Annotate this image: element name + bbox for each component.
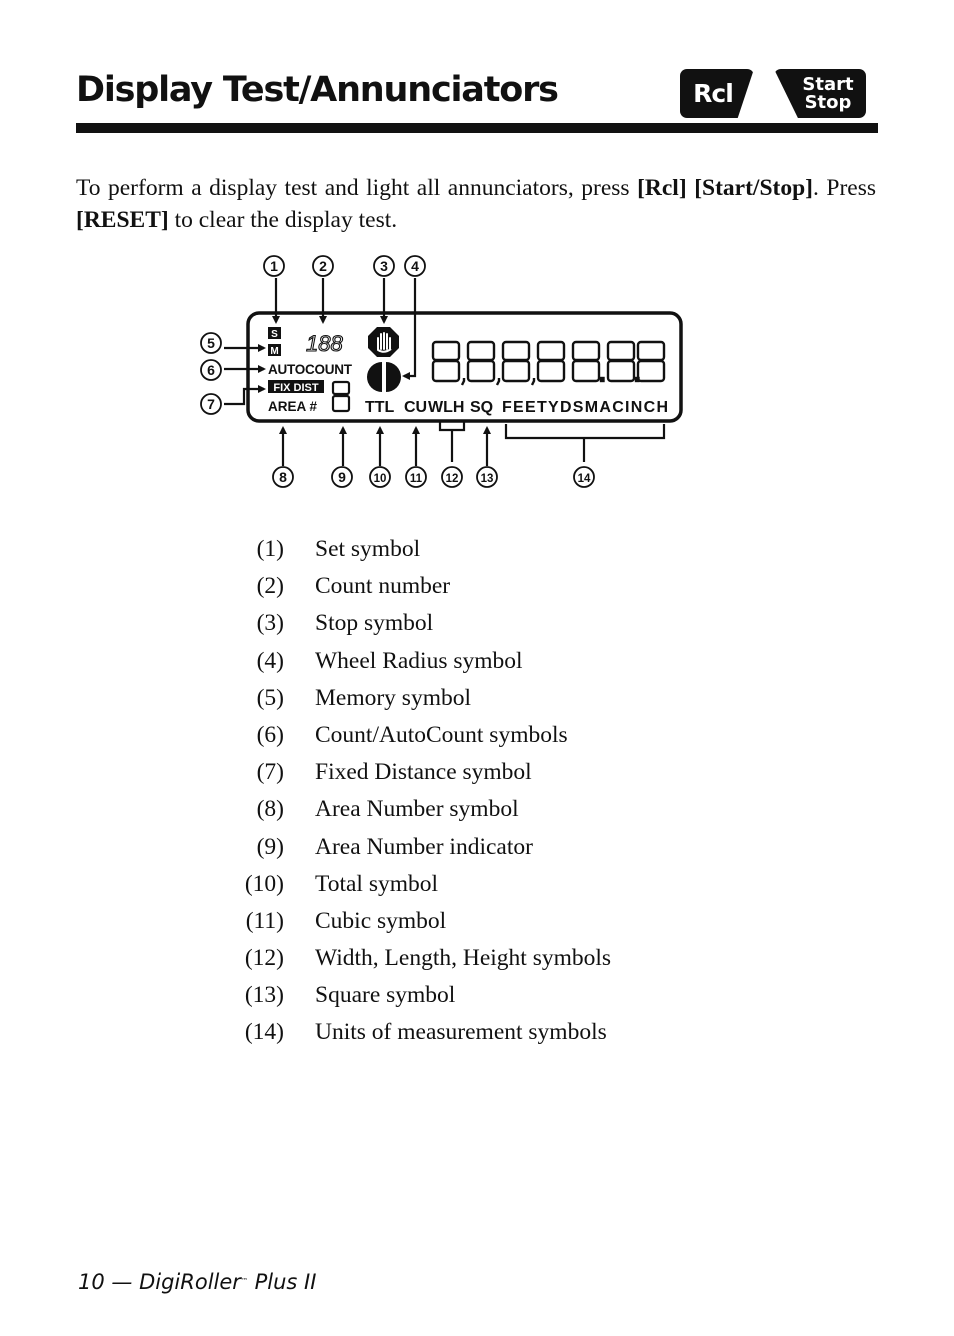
callout-number: 11 bbox=[410, 473, 423, 485]
footer-dash: — bbox=[104, 1270, 140, 1294]
callout-8: 8 bbox=[272, 466, 294, 488]
legend-text: Units of measurement symbols bbox=[315, 1019, 607, 1046]
lcd-digit bbox=[466, 340, 501, 386]
callout-number: 14 bbox=[578, 473, 591, 485]
legend-number: (5) bbox=[256, 684, 284, 711]
square-symbol: SQ bbox=[470, 399, 493, 416]
lcd-digit bbox=[501, 340, 536, 386]
wheel-radius-icon bbox=[367, 362, 401, 392]
legend-text: Count/AutoCount symbols bbox=[315, 721, 568, 748]
callout-5: 5 bbox=[200, 332, 222, 354]
callout-12: 12 bbox=[441, 466, 463, 488]
autocount-symbol: AUTOCOUNT bbox=[268, 362, 353, 377]
callout-9: 9 bbox=[331, 466, 353, 488]
legend-number: (12) bbox=[244, 945, 284, 972]
callout-line-4 bbox=[402, 278, 417, 380]
area-indicator bbox=[331, 380, 351, 413]
lcd-digit bbox=[431, 340, 466, 386]
callout-number: 1 bbox=[270, 258, 278, 274]
callout-number: 8 bbox=[279, 469, 287, 485]
callout-number: 10 bbox=[374, 473, 387, 485]
legend-number: (3) bbox=[256, 610, 284, 637]
legend-number: (10) bbox=[244, 870, 284, 897]
legend-text: Fixed Distance symbol bbox=[315, 759, 532, 786]
lcd-comma bbox=[530, 378, 536, 386]
callout-11: 11 bbox=[405, 466, 427, 488]
legend-text: Area Number symbol bbox=[315, 796, 519, 823]
legend-text: Stop symbol bbox=[315, 610, 434, 637]
callout-number: 4 bbox=[411, 258, 419, 274]
legend-number: (7) bbox=[256, 759, 284, 786]
legend-text: Area Number indicator bbox=[315, 833, 533, 860]
ttl-symbol: TTL bbox=[365, 399, 395, 416]
product-name: DigiRoller bbox=[139, 1270, 241, 1294]
lcd-diagram: S M 188 AUTOCOUNT FIX DIST AREA # TTL CU… bbox=[200, 255, 683, 488]
lcd-digit bbox=[636, 340, 666, 383]
callout-number: 7 bbox=[207, 396, 215, 412]
trademark: ™ bbox=[240, 1277, 248, 1285]
callout-2: 2 bbox=[312, 255, 334, 277]
legend-number: (4) bbox=[256, 647, 284, 674]
callout-4: 4 bbox=[404, 255, 426, 277]
legend-text: Wheel Radius symbol bbox=[315, 647, 523, 674]
callout-number: 13 bbox=[481, 473, 494, 485]
legend-text: Total symbol bbox=[315, 870, 439, 897]
lcd-digit bbox=[536, 340, 566, 383]
lcd-comma bbox=[460, 378, 466, 386]
legend-text: Memory symbol bbox=[315, 684, 472, 711]
callout-1: 1 bbox=[263, 255, 285, 277]
callout-number: 9 bbox=[338, 469, 346, 485]
memory-symbol: M bbox=[270, 346, 278, 357]
set-symbol: S bbox=[271, 329, 278, 340]
callout-line-7 bbox=[224, 385, 266, 406]
legend-number: (1) bbox=[256, 536, 284, 562]
count-number: 188 bbox=[306, 331, 343, 356]
legend-number: (2) bbox=[256, 573, 284, 600]
main-digits bbox=[431, 340, 666, 386]
cubic-symbol: CU bbox=[404, 399, 427, 416]
legend-number: (13) bbox=[244, 982, 284, 1009]
callout-6: 6 bbox=[200, 359, 222, 381]
lcd-digit bbox=[571, 340, 605, 383]
callout-number: 12 bbox=[446, 473, 459, 485]
callout-13: 13 bbox=[476, 466, 498, 488]
legend-text: Set symbol bbox=[315, 536, 421, 562]
callout-bracket-12 bbox=[438, 422, 466, 432]
legend-number: (14) bbox=[244, 1019, 284, 1046]
lcd-comma bbox=[495, 378, 501, 386]
legend-number: (9) bbox=[256, 833, 284, 860]
legend-text: Square symbol bbox=[315, 982, 456, 1009]
legend-number: (11) bbox=[245, 907, 284, 934]
legend-text: Cubic symbol bbox=[315, 907, 447, 934]
callout-bracket-14 bbox=[504, 424, 666, 440]
callout-14: 14 bbox=[573, 466, 595, 488]
callout-number: 3 bbox=[380, 258, 388, 274]
area-symbol: AREA # bbox=[268, 399, 318, 414]
callout-number: 5 bbox=[207, 335, 215, 351]
page-footer: 10 — DigiRoller™ Plus II bbox=[78, 1270, 316, 1294]
fix-dist-symbol: FIX DIST bbox=[273, 382, 319, 394]
callout-7: 7 bbox=[200, 393, 222, 415]
lcd-decimal-point bbox=[599, 376, 605, 383]
wlh-symbols: WLH bbox=[428, 399, 464, 416]
lcd-digit bbox=[606, 340, 640, 383]
units-symbols: FEETYDSMACINCH bbox=[502, 399, 668, 416]
legend-text: Width, Length, Height symbols bbox=[315, 945, 612, 972]
callout-3: 3 bbox=[373, 255, 395, 277]
callout-number: 2 bbox=[319, 258, 327, 274]
legend-number: (8) bbox=[256, 796, 284, 823]
product-suffix: Plus II bbox=[247, 1270, 317, 1294]
legend-text: Count number bbox=[315, 573, 451, 600]
page-number: 10 bbox=[78, 1270, 105, 1294]
callout-number: 6 bbox=[207, 362, 215, 378]
callout-10: 10 bbox=[369, 466, 391, 488]
legend-number: (6) bbox=[256, 721, 284, 748]
stop-hand-icon bbox=[368, 327, 399, 357]
